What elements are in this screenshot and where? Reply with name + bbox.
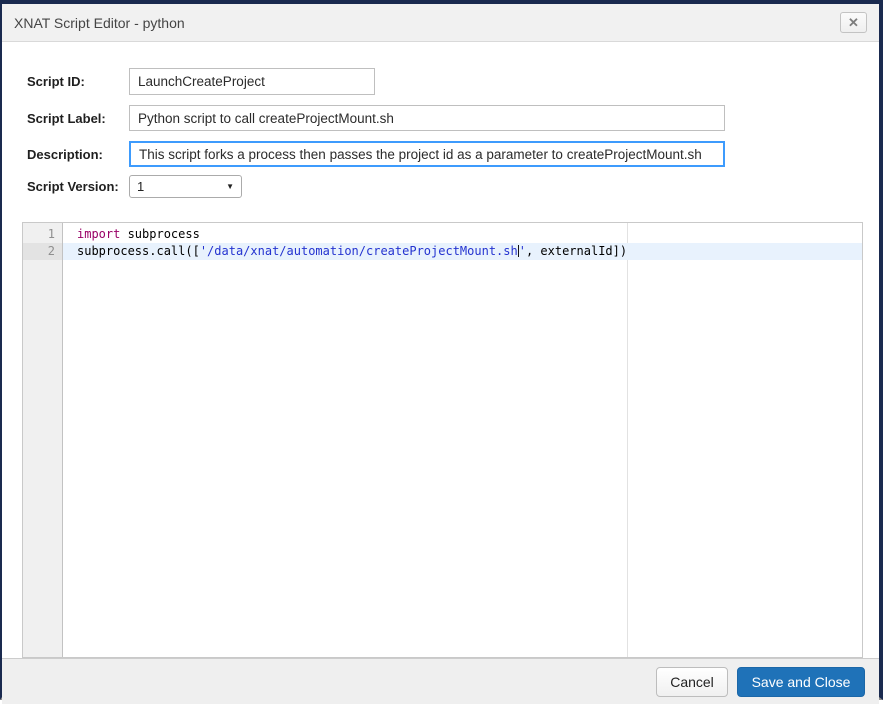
script-id-row: Script ID:	[27, 68, 879, 95]
script-id-label: Script ID:	[27, 74, 129, 89]
script-label-label: Script Label:	[27, 111, 129, 126]
script-version-select[interactable]: 1 ▼	[129, 175, 242, 198]
dialog-footer: Cancel Save and Close	[2, 658, 879, 704]
line-number: 1	[23, 226, 63, 243]
script-label-row: Script Label:	[27, 105, 879, 131]
code-editor[interactable]: 1 import subprocess 2 subprocess.call(['…	[22, 222, 863, 658]
cancel-button[interactable]: Cancel	[656, 667, 728, 697]
description-input[interactable]	[129, 141, 725, 167]
code-line-1[interactable]: 1 import subprocess	[23, 226, 862, 243]
code-text[interactable]: import subprocess	[63, 226, 862, 243]
close-icon[interactable]: ✕	[840, 12, 867, 33]
script-id-input[interactable]	[129, 68, 375, 95]
script-version-label: Script Version:	[27, 179, 129, 194]
script-label-input[interactable]	[129, 105, 725, 131]
script-version-row: Script Version: 1 ▼	[27, 175, 879, 198]
script-form: Script ID: Script Label: Description: Sc…	[2, 42, 879, 208]
dialog-titlebar: XNAT Script Editor - python ✕	[2, 4, 879, 42]
script-version-value: 1	[137, 179, 144, 194]
dialog-title: XNAT Script Editor - python	[14, 15, 840, 31]
description-label: Description:	[27, 147, 129, 162]
description-row: Description:	[27, 141, 879, 167]
save-and-close-button[interactable]: Save and Close	[737, 667, 865, 697]
code-text[interactable]: subprocess.call(['/data/xnat/automation/…	[63, 243, 862, 260]
xnat-script-editor-dialog: XNAT Script Editor - python ✕ Script ID:…	[0, 0, 883, 700]
chevron-down-icon: ▼	[226, 182, 234, 191]
editor-empty-area[interactable]	[23, 260, 862, 657]
line-number: 2	[23, 243, 63, 260]
code-line-2[interactable]: 2 subprocess.call(['/data/xnat/automatio…	[23, 243, 862, 260]
